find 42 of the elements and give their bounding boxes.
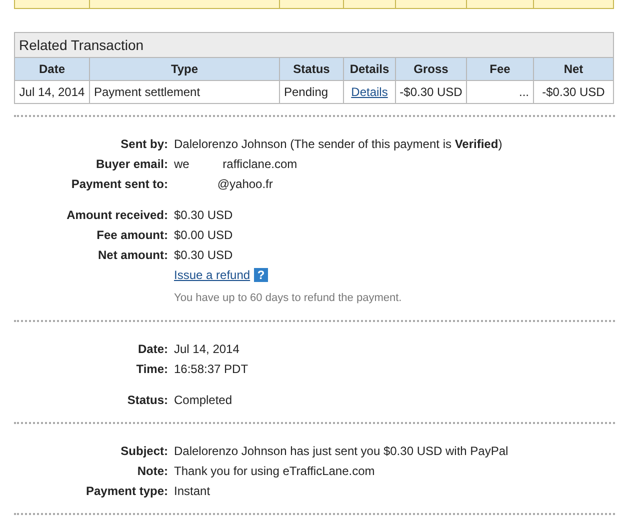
table-cell: -$0.30 USD <box>533 81 613 103</box>
field-value: Instant <box>174 484 210 498</box>
column-header: Date <box>38 61 66 78</box>
column-header: Gross <box>395 58 466 80</box>
field-label: Note: <box>136 464 169 478</box>
column-header: Status <box>279 58 343 80</box>
field-value: Jul 14, 2014 <box>174 342 240 356</box>
field-value: $0.00 USD <box>174 228 233 242</box>
table-cell: Payment settlement <box>89 81 279 103</box>
field-value: $0.30 USD <box>174 208 233 222</box>
column-header: Details <box>343 58 395 80</box>
details-link[interactable]: Details <box>343 81 395 103</box>
column-header: Fee <box>466 58 533 80</box>
field-label: Subject: <box>120 444 169 458</box>
field-label: Sent by: <box>120 136 169 150</box>
field-value: Completed <box>174 392 232 406</box>
field-label: Payment type: <box>84 484 169 498</box>
table-title: Related Transaction <box>15 33 613 58</box>
column-header: Net <box>533 58 613 80</box>
refund-link[interactable]: Issue a refund <box>174 268 250 282</box>
help-icon[interactable]: ? <box>254 268 268 282</box>
table-cell: Pending <box>279 81 343 103</box>
field-value: @yahoo.fr <box>216 176 273 190</box>
field-value: we rafficlane.com <box>174 156 298 170</box>
field-label: Date: <box>136 342 169 356</box>
table-cell: ... <box>466 81 533 103</box>
field-value: 16:58:37 PDT <box>174 362 248 376</box>
field-value: Dalelorenzo Johnson (The sender of this payment is Verified) <box>174 136 502 150</box>
field-label: Fee amount: <box>96 228 169 242</box>
field-label: Payment sent to: <box>70 176 169 190</box>
table-cell: -$0.30 USD <box>395 81 466 103</box>
field-value: Dalelorenzo Johnson has just sent you $0.30 USD with PayPal <box>174 444 508 458</box>
field-label: Status: <box>126 392 169 406</box>
field-label: Buyer email: <box>94 156 169 170</box>
field-label: Net amount: <box>97 248 169 262</box>
field-label: Amount received: <box>66 208 169 222</box>
column-header: Type <box>89 58 279 80</box>
field-value: $0.30 USD <box>174 248 233 262</box>
hint-text: You have up to 60 days to refund the payment. <box>174 292 402 304</box>
table-cell-text: Jul 14, 2014 <box>18 84 86 101</box>
field-value: Thank you for using eTrafficLane.com <box>174 464 375 478</box>
field-label: Time: <box>135 362 169 376</box>
